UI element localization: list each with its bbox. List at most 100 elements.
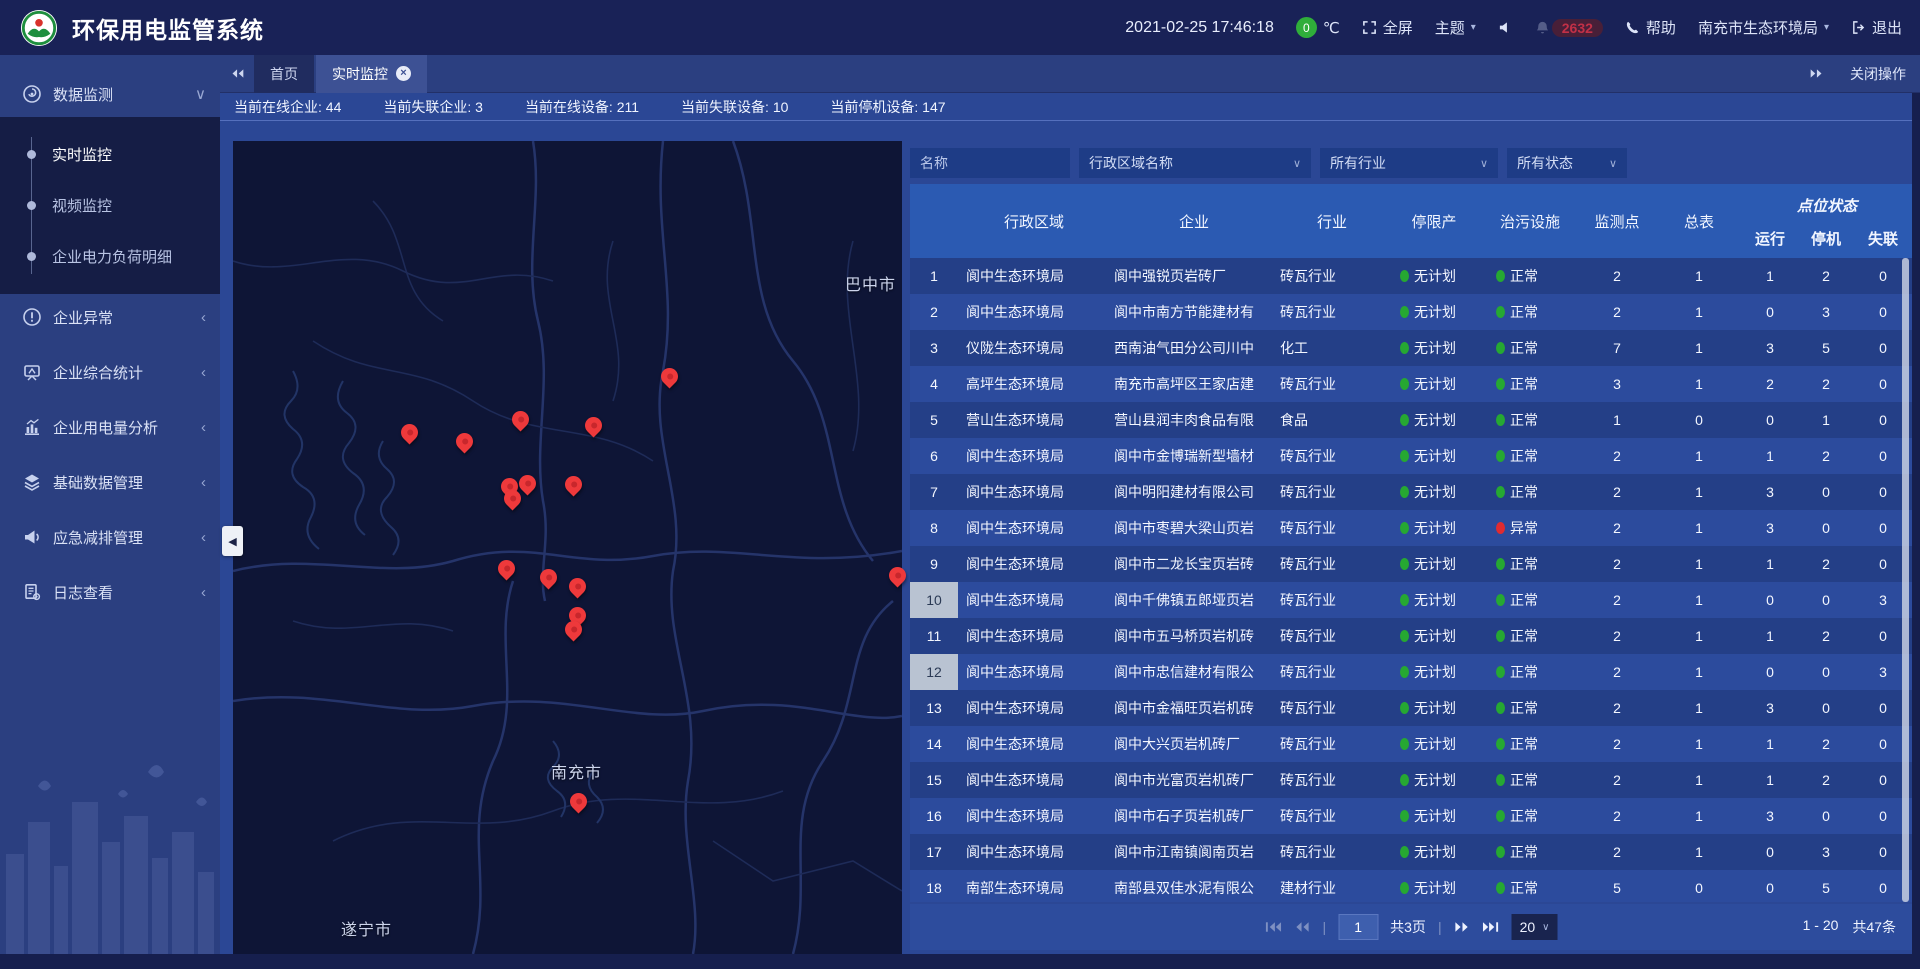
row-index: 11	[910, 618, 958, 654]
sidebar-item-data-monitor[interactable]: 数据监测∨	[0, 71, 220, 117]
page-size-select[interactable]: 20 ∨	[1512, 914, 1558, 940]
table-row[interactable]: 6阆中生态环境局阆中市金博瑞新型墙材砖瓦行业无计划正常21120	[910, 438, 1912, 474]
tabs-scroll-left-button[interactable]	[220, 55, 254, 93]
cell-industry: 砖瓦行业	[1278, 618, 1386, 654]
next-page-button[interactable]	[1454, 921, 1471, 933]
cell-company: 阆中市枣碧大梁山页岩	[1110, 510, 1278, 546]
logout-button[interactable]: 退出	[1851, 17, 1902, 38]
cell-limit: 无计划	[1386, 474, 1482, 510]
cell-running: 1	[1742, 438, 1798, 474]
user-menu[interactable]: 南充市生态环境局 ▾	[1698, 17, 1829, 38]
status-item: 当前在线设备: 211	[525, 97, 639, 117]
sidebar-collapse-handle[interactable]: ◀	[222, 526, 243, 556]
cell-total-meters: 1	[1656, 474, 1742, 510]
cell-industry: 砖瓦行业	[1278, 726, 1386, 762]
first-page-button[interactable]	[1265, 921, 1282, 933]
status-filter-select[interactable]: 所有状态 ∨	[1507, 148, 1627, 178]
cell-region: 仪陇生态环境局	[958, 330, 1110, 366]
tab-home[interactable]: 首页	[254, 55, 314, 93]
cell-stopped: 1	[1798, 402, 1854, 438]
table-row[interactable]: 14阆中生态环境局阆中大兴页岩机砖厂砖瓦行业无计划正常21120	[910, 726, 1912, 762]
cell-monitor-points: 7	[1578, 330, 1656, 366]
table-row[interactable]: 12阆中生态环境局阆中市忠信建材有限公砖瓦行业无计划正常21003	[910, 654, 1912, 690]
sidebar-subitem-power-load-detail[interactable]: 企业电力负荷明细	[0, 231, 220, 282]
sidebar-subitem-realtime-monitor[interactable]: 实时监控	[0, 129, 220, 180]
tabs-scroll-right-button[interactable]	[1809, 55, 1824, 93]
volume-button[interactable]	[1498, 20, 1513, 35]
table-row[interactable]: 1阆中生态环境局阆中强锐页岩砖厂砖瓦行业无计划正常21120	[910, 258, 1912, 294]
tab-realtime-monitor[interactable]: 实时监控×	[316, 55, 427, 93]
cell-monitor-points: 2	[1578, 438, 1656, 474]
sidebar-subitem-video-monitor[interactable]: 视频监控	[0, 180, 220, 231]
status-dot-green	[1400, 666, 1409, 678]
cell-monitor-points: 2	[1578, 654, 1656, 690]
status-dot-green	[1496, 882, 1505, 894]
cell-stopped: 2	[1798, 546, 1854, 582]
cell-company: 阆中市忠信建材有限公	[1110, 654, 1278, 690]
table-row[interactable]: 9阆中生态环境局阆中市二龙长宝页岩砖砖瓦行业无计划正常21120	[910, 546, 1912, 582]
sidebar-item-emergency-reduction[interactable]: 应急减排管理‹	[0, 514, 220, 560]
help-button[interactable]: 帮助	[1625, 17, 1676, 38]
sidebar-item-power-usage-analysis[interactable]: 企业用电量分析‹	[0, 404, 220, 450]
panels: 巴中市南充市遂宁市 ◀ 行政区域名称 ∨ 所有行业	[220, 141, 1912, 954]
row-index: 1	[910, 258, 958, 294]
main-row: 数据监测∨ 实时监控视频监控企业电力负荷明细企业异常‹ 企业综合统计‹ 企业用电量分析…	[0, 55, 1920, 954]
table-row[interactable]: 11阆中生态环境局阆中市五马桥页岩机砖砖瓦行业无计划正常21120	[910, 618, 1912, 654]
table-row[interactable]: 17阆中生态环境局阆中市江南镇阆南页岩砖瓦行业无计划正常21030	[910, 834, 1912, 870]
chevron-down-icon: ▾	[1471, 22, 1476, 33]
table-row[interactable]: 16阆中生态环境局阆中市石子页岩机砖厂砖瓦行业无计划正常21300	[910, 798, 1912, 834]
cell-company: 南充市高坪区王家店建	[1110, 366, 1278, 402]
map-panel[interactable]: 巴中市南充市遂宁市 ◀	[233, 141, 902, 954]
fullscreen-button[interactable]: 全屏	[1362, 17, 1413, 38]
cell-limit: 无计划	[1386, 438, 1482, 474]
close-icon[interactable]: ×	[396, 66, 411, 81]
cell-monitor-points: 2	[1578, 582, 1656, 618]
sidebar-item-enterprise-statistics[interactable]: 企业综合统计‹	[0, 349, 220, 395]
table-row[interactable]: 10阆中生态环境局阆中千佛镇五郎垭页岩砖瓦行业无计划正常21003	[910, 582, 1912, 618]
first-page-icon	[1265, 921, 1282, 933]
sidebar-item-log-view[interactable]: 日志查看‹	[0, 569, 220, 615]
status-dot-green	[1496, 774, 1505, 786]
cell-region: 阆中生态环境局	[958, 474, 1110, 510]
close-operations-button[interactable]: 关闭操作	[1850, 64, 1906, 84]
notification-count-badge: 2632	[1552, 19, 1603, 37]
cell-running: 3	[1742, 474, 1798, 510]
table-row[interactable]: 18南部生态环境局南部县双佳水泥有限公建材行业无计划正常50050	[910, 870, 1912, 902]
sidebar-item-base-data-management[interactable]: 基础数据管理‹	[0, 459, 220, 505]
chevron-down-icon: ▾	[1824, 22, 1829, 33]
chevron-down-icon: ∨	[1480, 157, 1488, 170]
cell-region: 阆中生态环境局	[958, 510, 1110, 546]
cell-facility: 正常	[1482, 402, 1578, 438]
prev-page-button[interactable]	[1294, 921, 1311, 933]
cell-region: 阆中生态环境局	[958, 690, 1110, 726]
cell-running: 1	[1742, 726, 1798, 762]
table-row[interactable]: 7阆中生态环境局阆中明阳建材有限公司砖瓦行业无计划正常21300	[910, 474, 1912, 510]
name-filter-input[interactable]	[910, 148, 1070, 178]
cell-limit: 无计划	[1386, 510, 1482, 546]
table-row[interactable]: 5营山生态环境局营山县润丰肉食品有限食品无计划正常10010	[910, 402, 1912, 438]
notifications[interactable]: 2632	[1535, 19, 1603, 37]
cell-limit: 无计划	[1386, 870, 1482, 902]
table-scrollbar[interactable]	[1902, 258, 1909, 902]
chevron-left-icon: ‹	[201, 419, 206, 436]
status-dot-green	[1496, 738, 1505, 750]
theme-menu[interactable]: 主题 ▾	[1435, 17, 1476, 38]
cell-stopped: 0	[1798, 690, 1854, 726]
table-row[interactable]: 15阆中生态环境局阆中市光富页岩机砖厂砖瓦行业无计划正常21120	[910, 762, 1912, 798]
region-filter-select[interactable]: 行政区域名称 ∨	[1079, 148, 1311, 178]
last-page-button[interactable]	[1483, 921, 1500, 933]
industry-filter-select[interactable]: 所有行业 ∨	[1320, 148, 1498, 178]
page-number-input[interactable]	[1338, 914, 1378, 940]
cell-stopped: 3	[1798, 834, 1854, 870]
table-row[interactable]: 13阆中生态环境局阆中市金福旺页岩机砖砖瓦行业无计划正常21300	[910, 690, 1912, 726]
cell-industry: 砖瓦行业	[1278, 834, 1386, 870]
table-row[interactable]: 2阆中生态环境局阆中市南方节能建材有砖瓦行业无计划正常21030	[910, 294, 1912, 330]
table-row[interactable]: 4高坪生态环境局南充市高坪区王家店建砖瓦行业无计划正常31220	[910, 366, 1912, 402]
cell-stopped: 2	[1798, 762, 1854, 798]
status-dot-green	[1496, 594, 1505, 606]
table-row[interactable]: 8阆中生态环境局阆中市枣碧大梁山页岩砖瓦行业无计划异常21300	[910, 510, 1912, 546]
table-row[interactable]: 3仪陇生态环境局西南油气田分公司川中化工无计划正常71350	[910, 330, 1912, 366]
row-index: 5	[910, 402, 958, 438]
sidebar-item-enterprise-abnormal[interactable]: 企业异常‹	[0, 294, 220, 340]
status-dot-green	[1400, 774, 1409, 786]
